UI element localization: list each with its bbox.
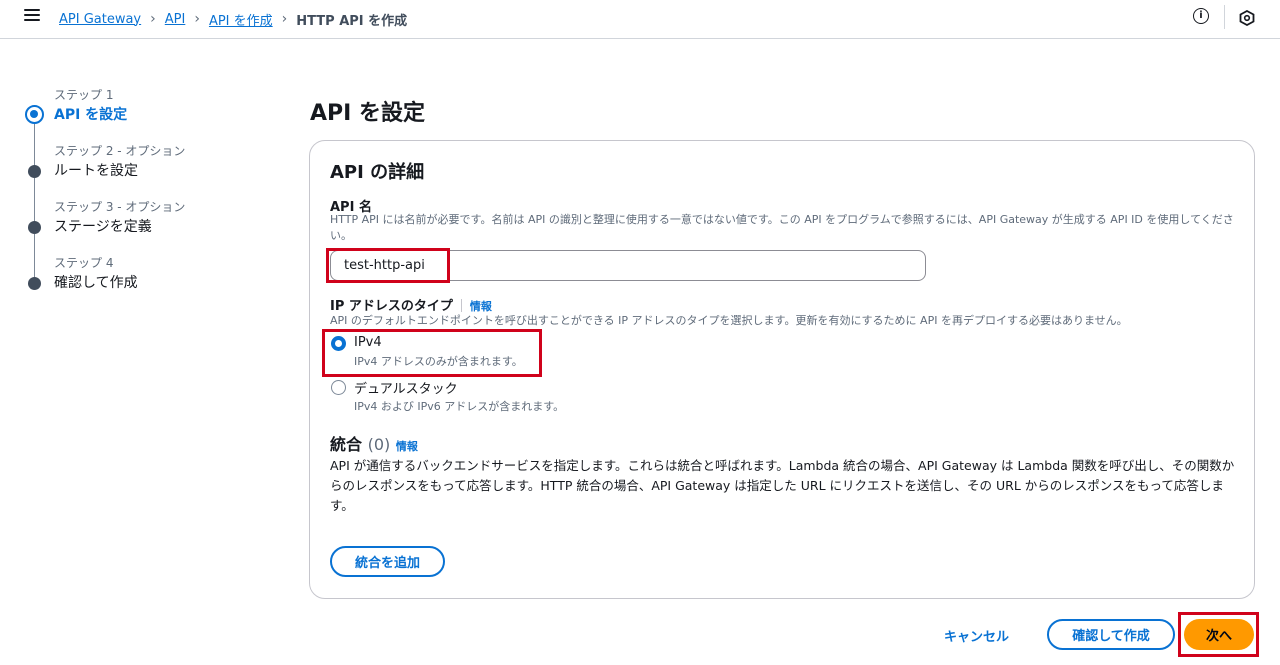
dual-stack-radio-label[interactable]: デュアルスタック [354,378,458,397]
card-title: API の詳細 [330,162,425,183]
ip-type-label: IP アドレスのタイプ [330,299,453,314]
label-divider [460,299,462,312]
breadcrumb-api[interactable]: API [165,12,186,27]
step-4-number: ステップ 4 [54,256,114,270]
breadcrumb-separator: › [281,11,288,27]
step-4-title: 確認して作成 [54,275,138,291]
ip-type-label-row: IP アドレスのタイプ 情報 [330,295,492,314]
step-1-number: ステップ 1 [54,88,114,102]
top-navigation-bar: API Gateway › API › API を作成 › HTTP API を… [0,0,1280,39]
page-title: API を設定 [310,101,425,126]
dual-stack-radio[interactable] [331,380,346,395]
cancel-button[interactable]: キャンセル [944,626,1009,645]
hamburger-menu-icon[interactable] [24,9,40,25]
info-icon[interactable]: i [1193,8,1209,24]
add-integration-button[interactable]: 統合を追加 [330,546,445,577]
dual-stack-radio-description: IPv4 および IPv6 アドレスが含まれます。 [354,400,565,413]
step-4-indicator [28,277,41,290]
step-2: ステップ 2 - オプション ルートを設定 [0,142,250,192]
integrations-description: API が通信するバックエンドサービスを指定します。これらは統合と呼ばれます。L… [330,458,1235,513]
api-name-input[interactable] [330,250,926,281]
integrations-info-link[interactable]: 情報 [396,440,418,453]
ipv4-radio[interactable] [331,336,346,351]
step-3-title: ステージを定義 [54,219,152,235]
breadcrumb-api-gateway[interactable]: API Gateway [59,12,141,27]
hexagon-settings-icon[interactable] [1239,10,1255,26]
step-3: ステップ 3 - オプション ステージを定義 [0,198,250,248]
integrations-title: 統合 [330,435,363,454]
ipv4-radio-label[interactable]: IPv4 [354,335,382,350]
step-2-indicator [28,165,41,178]
step-1-indicator [25,105,44,124]
breadcrumb-create-api[interactable]: API を作成 [209,10,273,29]
breadcrumb-separator: › [150,11,156,27]
integrations-title-row: 統合 (0) 情報 [330,431,418,455]
breadcrumb-separator: › [194,11,200,27]
step-4: ステップ 4 確認して作成 [0,254,250,304]
breadcrumb: API Gateway › API › API を作成 › HTTP API を… [59,10,408,29]
step-3-number: ステップ 3 - オプション [54,200,186,214]
ip-type-info-link[interactable]: 情報 [470,300,492,313]
step-1: ステップ 1 API を設定 [0,86,250,136]
step-3-indicator [28,221,41,234]
toolbar-divider [1224,5,1225,29]
integrations-count: (0) [367,435,391,454]
next-button[interactable]: 次へ [1184,619,1254,650]
breadcrumb-current: HTTP API を作成 [296,13,408,29]
api-name-description: HTTP API には名前が必要です。名前は API の識別と整理に使用する一意… [330,213,1234,242]
ipv4-radio-description: IPv4 アドレスのみが含まれます。 [354,355,523,368]
ip-type-description: API のデフォルトエンドポイントを呼び出すことができる IP アドレスのタイプ… [330,314,1128,327]
review-and-create-button[interactable]: 確認して作成 [1047,619,1175,650]
api-details-card: API の詳細 API 名 HTTP API には名前が必要です。名前は API… [309,140,1255,599]
step-2-number: ステップ 2 - オプション [54,144,186,158]
step-2-title: ルートを設定 [54,163,138,179]
step-1-title[interactable]: API を設定 [54,104,127,124]
